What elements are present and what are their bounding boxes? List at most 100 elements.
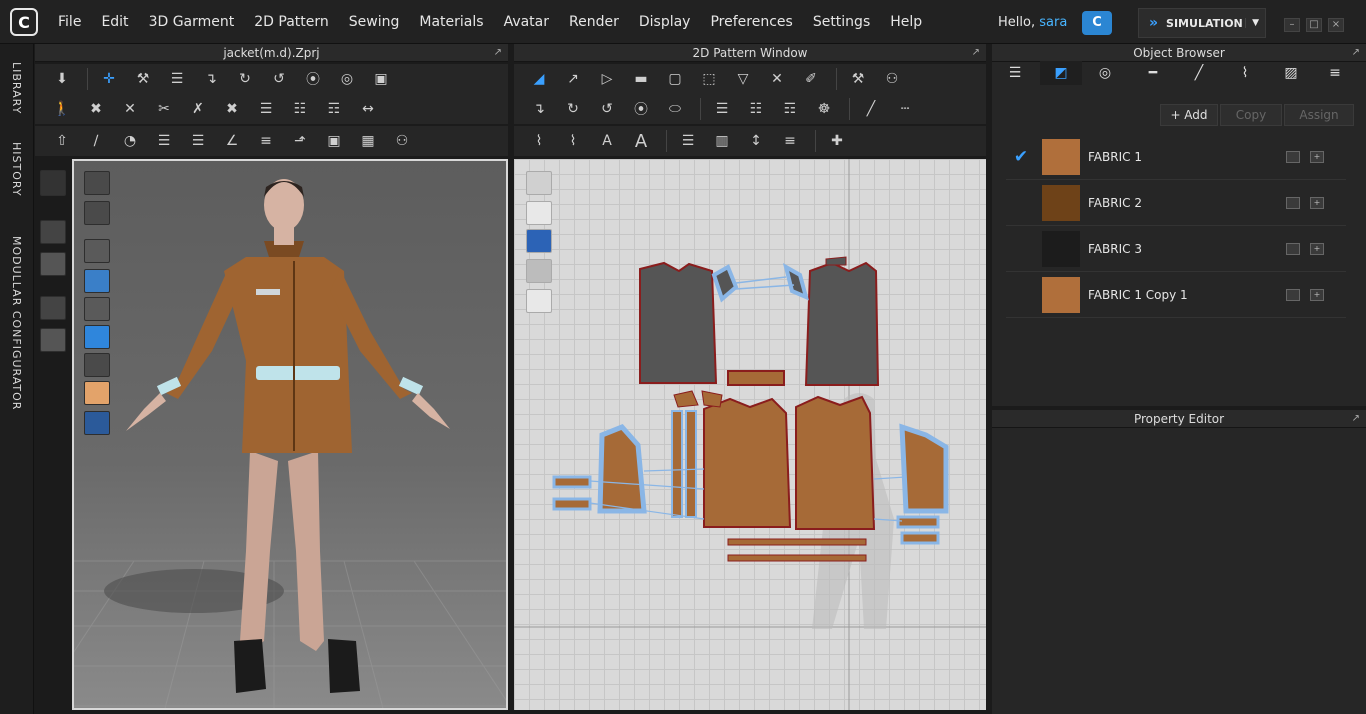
fabric-list-item[interactable]: ✔ FABRIC 1 +: [1006, 134, 1346, 180]
shirt-fold-icon[interactable]: ☶: [319, 96, 349, 122]
zigzag-icon[interactable]: ⌇: [558, 128, 588, 154]
segment-sew-icon[interactable]: ↴: [524, 96, 554, 122]
fabric-icon[interactable]: ◩: [1040, 61, 1082, 85]
menu-2d-pattern[interactable]: 2D Pattern: [244, 14, 339, 30]
menu-materials[interactable]: Materials: [409, 14, 493, 30]
avatar-icon[interactable]: ⚇: [387, 128, 417, 154]
fold-arrange-icon[interactable]: ↻: [230, 66, 260, 92]
shirt-grid-2d-icon[interactable]: ☷: [741, 96, 771, 122]
dart-icon[interactable]: ▽: [728, 66, 758, 92]
shirt-lock-icon[interactable]: [526, 289, 552, 313]
info-icon[interactable]: [526, 229, 552, 253]
cloud-sync-button[interactable]: C: [1082, 11, 1112, 35]
menu-edit[interactable]: Edit: [91, 14, 138, 30]
export-icon[interactable]: ⬏: [285, 128, 315, 154]
texture-icon[interactable]: [84, 325, 110, 349]
globe-icon[interactable]: [84, 411, 110, 435]
rectangle-icon[interactable]: ▢: [660, 66, 690, 92]
minimize-icon[interactable]: –: [1284, 18, 1300, 32]
popout-icon[interactable]: ↗: [1352, 44, 1360, 62]
plus-icon[interactable]: +: [1310, 196, 1324, 209]
shirt-white-icon[interactable]: ▣: [319, 128, 349, 154]
select-pin-icon[interactable]: ⚒: [128, 66, 158, 92]
shirt-measure-icon[interactable]: ☰: [149, 128, 179, 154]
shirt-fold-2d-icon[interactable]: ☶: [775, 96, 805, 122]
edit-point-icon[interactable]: ↗: [558, 66, 588, 92]
arrow-fold-icon[interactable]: [40, 220, 66, 244]
popout-icon[interactable]: ↗: [972, 44, 980, 62]
plus-icon[interactable]: +: [1310, 242, 1324, 255]
measure-icon[interactable]: ⇧: [47, 128, 77, 154]
avatar-walk-icon[interactable]: 🚶: [47, 96, 77, 122]
fabric-list-item[interactable]: FABRIC 2 +: [1006, 180, 1346, 226]
shirt-pin-2d-icon[interactable]: ☰: [707, 96, 737, 122]
buttonhole-icon[interactable]: ━: [1132, 61, 1174, 85]
menu-display[interactable]: Display: [629, 14, 701, 30]
dash-line-icon[interactable]: ┄: [890, 96, 920, 122]
select-2d-icon[interactable]: ◢: [524, 66, 554, 92]
text-small-icon[interactable]: A: [592, 128, 622, 154]
shirt-view-2d-icon[interactable]: [526, 201, 552, 225]
bust-icon[interactable]: [84, 297, 110, 321]
plus-icon[interactable]: +: [1310, 150, 1324, 163]
copy-button[interactable]: Copy: [1220, 104, 1282, 126]
shirt-grid-icon[interactable]: ☷: [285, 96, 315, 122]
user-name[interactable]: sara: [1039, 15, 1067, 30]
trace-icon[interactable]: ✐: [796, 66, 826, 92]
menu-help[interactable]: Help: [880, 14, 932, 30]
button-icon[interactable]: ◎: [332, 66, 362, 92]
lock-icon[interactable]: ▣: [366, 66, 396, 92]
graphic-icon[interactable]: ▨: [1270, 61, 1312, 85]
skin-icon[interactable]: [84, 381, 110, 405]
fold-icon[interactable]: ↴: [196, 66, 226, 92]
layers-icon[interactable]: [526, 259, 552, 283]
tab-library[interactable]: LIBRARY: [10, 62, 23, 114]
add-avatar-icon[interactable]: ✚: [822, 128, 852, 154]
stitch-icon[interactable]: ⌇: [524, 128, 554, 154]
garment-icon[interactable]: ☰: [162, 66, 192, 92]
fabric-list-item[interactable]: FABRIC 1 Copy 1 +: [1006, 272, 1346, 318]
hanger-icon[interactable]: [84, 171, 110, 195]
menu-settings[interactable]: Settings: [803, 14, 880, 30]
texture-thumb-icon[interactable]: [1286, 242, 1300, 255]
ruler-2d-icon[interactable]: ≡: [775, 128, 805, 154]
menu-avatar[interactable]: Avatar: [494, 14, 559, 30]
polygon-icon[interactable]: ▬: [626, 66, 656, 92]
tab-modular-configurator[interactable]: MODULLAR CONFIGURATOR: [10, 236, 23, 410]
edit-curve-icon[interactable]: ▷: [592, 66, 622, 92]
tack-icon[interactable]: ⦿: [298, 66, 328, 92]
menu-render[interactable]: Render: [559, 14, 629, 30]
zipper-icon[interactable]: [40, 170, 66, 196]
avatar-view-icon[interactable]: [84, 269, 110, 293]
shirt-pin-icon[interactable]: ☰: [251, 96, 281, 122]
dropdown-caret-icon[interactable]: ▼: [1245, 18, 1259, 28]
texture-thumb-icon[interactable]: [1286, 150, 1300, 163]
texture-thumb-icon[interactable]: [1286, 288, 1300, 301]
needle-icon[interactable]: ✕: [115, 96, 145, 122]
texture-thumb-icon[interactable]: [1286, 196, 1300, 209]
free-sew-icon[interactable]: ↻: [558, 96, 588, 122]
list-icon[interactable]: ☰: [994, 61, 1036, 85]
iron-icon[interactable]: ⬭: [660, 96, 690, 122]
figure-icon[interactable]: ⚇: [877, 66, 907, 92]
assign-button[interactable]: Assign: [1284, 104, 1354, 126]
move-horizontal-icon[interactable]: ↔: [353, 96, 383, 122]
m-n-sew-icon[interactable]: ↺: [592, 96, 622, 122]
shirt-measure-2-icon[interactable]: ☰: [183, 128, 213, 154]
eraser-icon[interactable]: [84, 353, 110, 377]
move-down-icon[interactable]: ⬇: [47, 66, 77, 92]
fabric-list-item[interactable]: FABRIC 3 +: [1006, 226, 1346, 272]
2d-pattern-viewport[interactable]: [514, 159, 986, 710]
shirt-check-icon[interactable]: ☸: [809, 96, 839, 122]
tape-measure-icon[interactable]: ↕: [741, 128, 771, 154]
shirt-view-icon[interactable]: [84, 201, 110, 225]
3d-viewport[interactable]: [72, 159, 508, 710]
popout-icon[interactable]: ↗: [1352, 410, 1360, 428]
unfold-icon[interactable]: ↺: [264, 66, 294, 92]
ruler-angle-icon[interactable]: ∠: [217, 128, 247, 154]
menu-sewing[interactable]: Sewing: [339, 14, 410, 30]
grid-icon[interactable]: ☰: [673, 128, 703, 154]
menu-preferences[interactable]: Preferences: [700, 14, 802, 30]
menu-file[interactable]: File: [48, 14, 91, 30]
transform-icon[interactable]: ✛: [94, 66, 124, 92]
